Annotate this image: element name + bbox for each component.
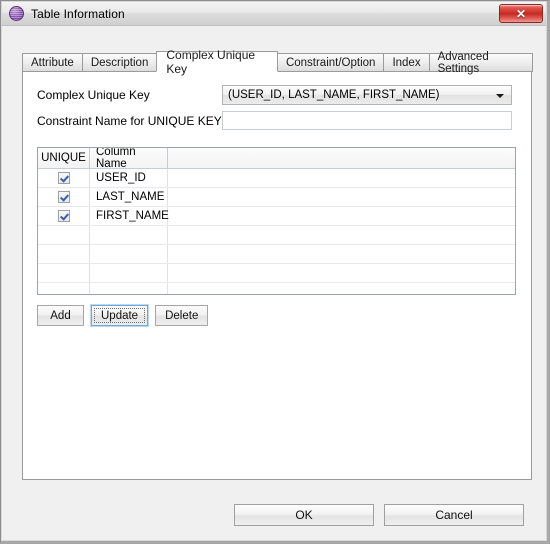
grid-action-buttons: Add Update Delete [37, 305, 215, 326]
row-column-name [90, 226, 168, 244]
chevron-down-icon [496, 94, 504, 98]
tab-advanced-settings[interactable]: Advanced Settings [428, 50, 533, 75]
cancel-button[interactable]: Cancel [384, 504, 524, 526]
row-filler-cell [168, 169, 515, 187]
constraint-name-row: Constraint Name for UNIQUE KEY [37, 111, 227, 131]
titlebar[interactable]: Table Information ✕ [2, 2, 546, 26]
delete-button-label: Delete [165, 309, 199, 322]
ok-button-label: OK [295, 508, 313, 522]
row-column-name: USER_ID [90, 169, 168, 187]
constraint-name-input[interactable] [222, 111, 512, 130]
row-filler-cell [168, 245, 515, 263]
tab-label: Complex Unique Key [166, 47, 256, 76]
grid-header-row: UNIQUE Column Name [38, 148, 515, 170]
row-unique-cell[interactable] [38, 245, 90, 263]
tab-complex-unique-key[interactable]: Complex Unique Key [156, 48, 278, 76]
tab-index[interactable]: Index [383, 53, 430, 72]
row-filler-cell [168, 226, 515, 244]
tab-label: Index [392, 56, 421, 69]
complex-unique-key-value: (USER_ID, LAST_NAME, FIRST_NAME) [228, 89, 440, 101]
table-row[interactable] [38, 245, 515, 264]
update-button-label: Update [101, 309, 139, 322]
row-filler-cell [168, 283, 515, 294]
update-button[interactable]: Update [91, 305, 149, 326]
row-unique-cell[interactable] [38, 283, 90, 294]
table-row[interactable]: LAST_NAME [38, 188, 515, 207]
table-row[interactable] [38, 226, 515, 245]
complex-unique-key-row: Complex Unique Key [37, 85, 227, 105]
table-row[interactable]: FIRST_NAME [38, 207, 515, 226]
row-filler-cell [168, 207, 515, 225]
complex-unique-key-label: Complex Unique Key [37, 88, 150, 102]
row-unique-cell[interactable] [38, 188, 90, 206]
table-information-dialog: Table Information ✕ Attribute Descriptio… [0, 0, 550, 544]
row-unique-cell[interactable] [38, 207, 90, 225]
row-unique-cell[interactable] [38, 264, 90, 282]
row-unique-cell[interactable] [38, 169, 90, 187]
close-icon: ✕ [515, 6, 527, 21]
tab-description[interactable]: Description [81, 53, 158, 72]
tab-strip: Attribute Description Complex Unique Key… [22, 48, 533, 76]
table-row[interactable] [38, 264, 515, 283]
sphere-icon [9, 6, 24, 21]
row-column-name [90, 245, 168, 263]
unique-columns-grid[interactable]: UNIQUE Column Name USER_ID LAST_NAME FIR… [37, 147, 516, 295]
dialog-inner-frame: Table Information ✕ Attribute Descriptio… [1, 1, 547, 541]
close-button[interactable]: ✕ [499, 4, 543, 23]
row-filler-cell [168, 188, 515, 206]
row-column-name: LAST_NAME [90, 188, 168, 206]
unique-checkbox[interactable] [57, 172, 70, 184]
ok-button[interactable]: OK [234, 504, 374, 526]
grid-header-column-name: Column Name [90, 148, 168, 170]
tab-label: Attribute [31, 56, 74, 69]
constraint-name-label: Constraint Name for UNIQUE KEY [37, 114, 222, 128]
cancel-button-label: Cancel [435, 508, 473, 522]
row-column-name [90, 283, 168, 294]
row-filler-cell [168, 264, 515, 282]
tab-constraint-option[interactable]: Constraint/Option [276, 53, 385, 72]
table-row[interactable]: USER_ID [38, 169, 515, 188]
row-column-name: FIRST_NAME [90, 207, 169, 225]
grid-header-unique: UNIQUE [38, 148, 90, 168]
tab-attribute[interactable]: Attribute [22, 53, 83, 72]
row-unique-cell[interactable] [38, 226, 90, 244]
grid-header-filler [168, 148, 515, 168]
row-column-name [90, 264, 168, 282]
add-button[interactable]: Add [37, 305, 84, 326]
complex-unique-key-select[interactable]: (USER_ID, LAST_NAME, FIRST_NAME) [222, 85, 512, 105]
unique-checkbox[interactable] [57, 210, 70, 222]
tab-label: Advanced Settings [437, 50, 489, 75]
delete-button[interactable]: Delete [155, 305, 209, 326]
dialog-button-bar: OK Cancel [2, 504, 546, 526]
window-title: Table Information [31, 6, 125, 21]
add-button-label: Add [50, 309, 71, 322]
tab-label: Description [90, 56, 149, 69]
tab-label: Constraint/Option [285, 56, 376, 69]
tab-panel-complex-unique-key: Complex Unique Key (USER_ID, LAST_NAME, … [22, 70, 532, 480]
unique-checkbox[interactable] [57, 191, 70, 203]
table-row[interactable] [38, 283, 515, 294]
